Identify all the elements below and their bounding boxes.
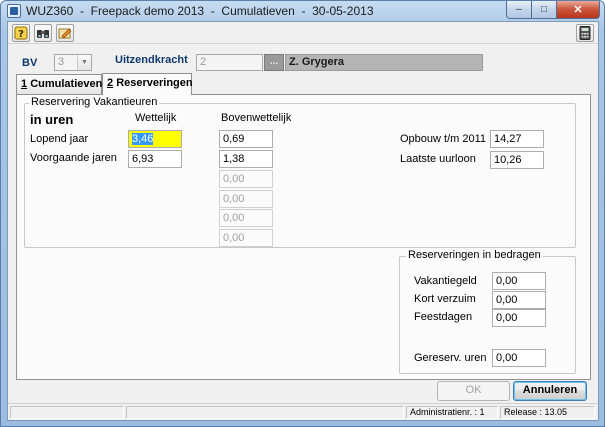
app-icon — [7, 4, 21, 18]
maximize-button[interactable]: □ — [532, 1, 557, 19]
gereserv-label: Gereserv. uren — [414, 352, 487, 364]
help-icon: ? — [14, 26, 28, 40]
bv-label: BV — [22, 57, 38, 69]
voorgaande-wettelijk-input[interactable]: 6,93 — [128, 150, 182, 168]
row-voorgaande-label: Voorgaande jaren — [30, 152, 117, 164]
row-lopend-label: Lopend jaar — [30, 133, 89, 145]
binoculars-icon — [36, 26, 50, 40]
chevron-down-icon[interactable]: ▼ — [77, 55, 91, 70]
tab-cumulatieven[interactable]: 1 Cumulatieven — [16, 74, 102, 94]
edit-button[interactable] — [56, 24, 74, 42]
vakantiegeld-label: Vakantiegeld — [414, 275, 477, 287]
vakantieuren-group — [24, 103, 576, 248]
window-controls: – □ ✕ — [506, 1, 600, 19]
selected-text: 3,46 — [132, 133, 154, 145]
unit-heading: in uren — [30, 112, 74, 127]
svg-text:?: ? — [18, 29, 24, 40]
annuleren-button[interactable]: Annuleren — [513, 381, 587, 401]
bovenwettelijk-input: 0,00 — [219, 229, 273, 247]
kortverzuim-input[interactable]: 0,00 — [492, 291, 546, 309]
bv-value: 3 — [58, 56, 65, 68]
col-wettelijk: Wettelijk — [135, 112, 177, 124]
vakantiegeld-input[interactable]: 0,00 — [492, 272, 546, 290]
edit-icon — [58, 26, 72, 40]
close-button[interactable]: ✕ — [557, 1, 600, 19]
calculator-button[interactable] — [576, 24, 594, 42]
calculator-icon — [579, 26, 591, 40]
bovenwettelijk-input[interactable]: 0,69 — [219, 130, 273, 148]
gereserv-input[interactable]: 0,00 — [492, 349, 546, 367]
col-bovenwettelijk: Bovenwettelijk — [221, 112, 292, 124]
toolbar: ? — [8, 22, 598, 44]
tab-label: Reserveringen — [116, 77, 193, 89]
search-button[interactable] — [34, 24, 52, 42]
kortverzuim-label: Kort verzuim — [414, 293, 476, 305]
bedragen-group-title: Reserveringen in bedragen — [406, 249, 543, 261]
help-button[interactable]: ? — [12, 24, 30, 42]
feestdagen-input[interactable]: 0,00 — [492, 309, 546, 327]
tab-reserveringen[interactable]: 2 Reserveringen — [102, 73, 193, 95]
administratie-number: Administratienr. : 1 — [406, 406, 498, 419]
uitzendkracht-input[interactable]: 2 — [196, 54, 263, 71]
window-title: WUZ360 - Freepack demo 2013 - Cumulatiev… — [26, 4, 374, 18]
tab-label: Cumulatieven — [30, 78, 103, 90]
application-window: WUZ360 - Freepack demo 2013 - Cumulatiev… — [0, 0, 605, 427]
bv-select[interactable]: 3 ▼ — [54, 54, 92, 71]
reserveringen-panel: Reservering Vakantieuren in uren Wetteli… — [16, 94, 591, 380]
opbouw-input[interactable]: 14,27 — [490, 130, 544, 148]
lopend-wettelijk-input[interactable]: 3,46 — [128, 130, 182, 148]
minimize-button[interactable]: – — [506, 1, 532, 19]
opbouw-label: Opbouw t/m 2011 — [400, 133, 487, 145]
status-cell-empty — [10, 406, 124, 419]
lookup-button[interactable]: ... — [264, 54, 284, 71]
uurloon-input[interactable]: 10,26 — [490, 151, 544, 169]
bovenwettelijk-input[interactable]: 1,38 — [219, 150, 273, 168]
employee-name: Z. Grygera — [285, 54, 483, 71]
status-bar: Administratienr. : 1 Release : 13.05 — [8, 403, 598, 420]
client-area: ? BV 3 ▼ Uitzendkracht 2 ... Z. Grygera … — [7, 21, 599, 421]
vakantieuren-group-title: Reservering Vakantieuren — [29, 96, 160, 108]
bovenwettelijk-input: 0,00 — [219, 190, 273, 208]
release-version: Release : 13.05 — [500, 406, 595, 419]
tab-hotkey: 1 — [21, 78, 28, 90]
feestdagen-label: Feestdagen — [414, 311, 473, 323]
status-cell-empty — [126, 406, 404, 419]
title-bar[interactable]: WUZ360 - Freepack demo 2013 - Cumulatiev… — [1, 1, 604, 21]
uitzendkracht-label: Uitzendkracht — [115, 54, 188, 66]
tab-hotkey: 2 — [107, 77, 114, 89]
uurloon-label: Laatste uurloon — [400, 153, 476, 165]
ok-button[interactable]: OK — [437, 381, 510, 401]
bovenwettelijk-input: 0,00 — [219, 170, 273, 188]
bovenwettelijk-input: 0,00 — [219, 209, 273, 227]
